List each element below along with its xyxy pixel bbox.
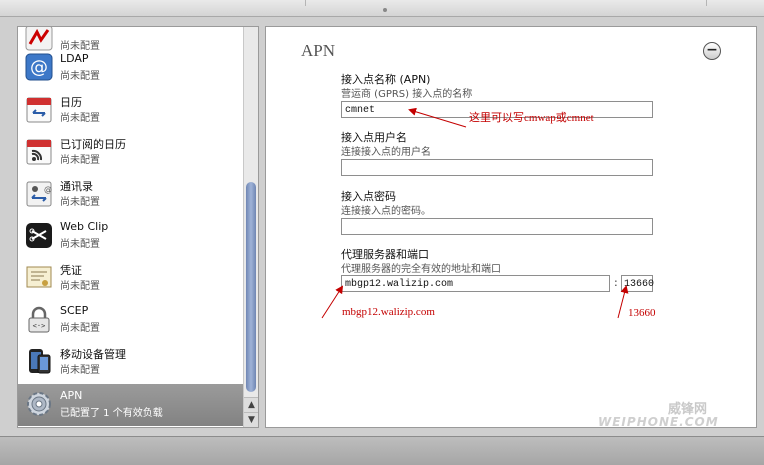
port-arrow [617,285,629,319]
apn-arrow [408,107,467,128]
bottom-bar [0,436,764,465]
proxy-arrow [321,285,344,319]
watermark: 威锋网 WEIPHONE.COM [572,398,732,432]
watermark-site: WEIPHONE.COM [598,415,719,429]
annotation-arrows [321,107,629,319]
